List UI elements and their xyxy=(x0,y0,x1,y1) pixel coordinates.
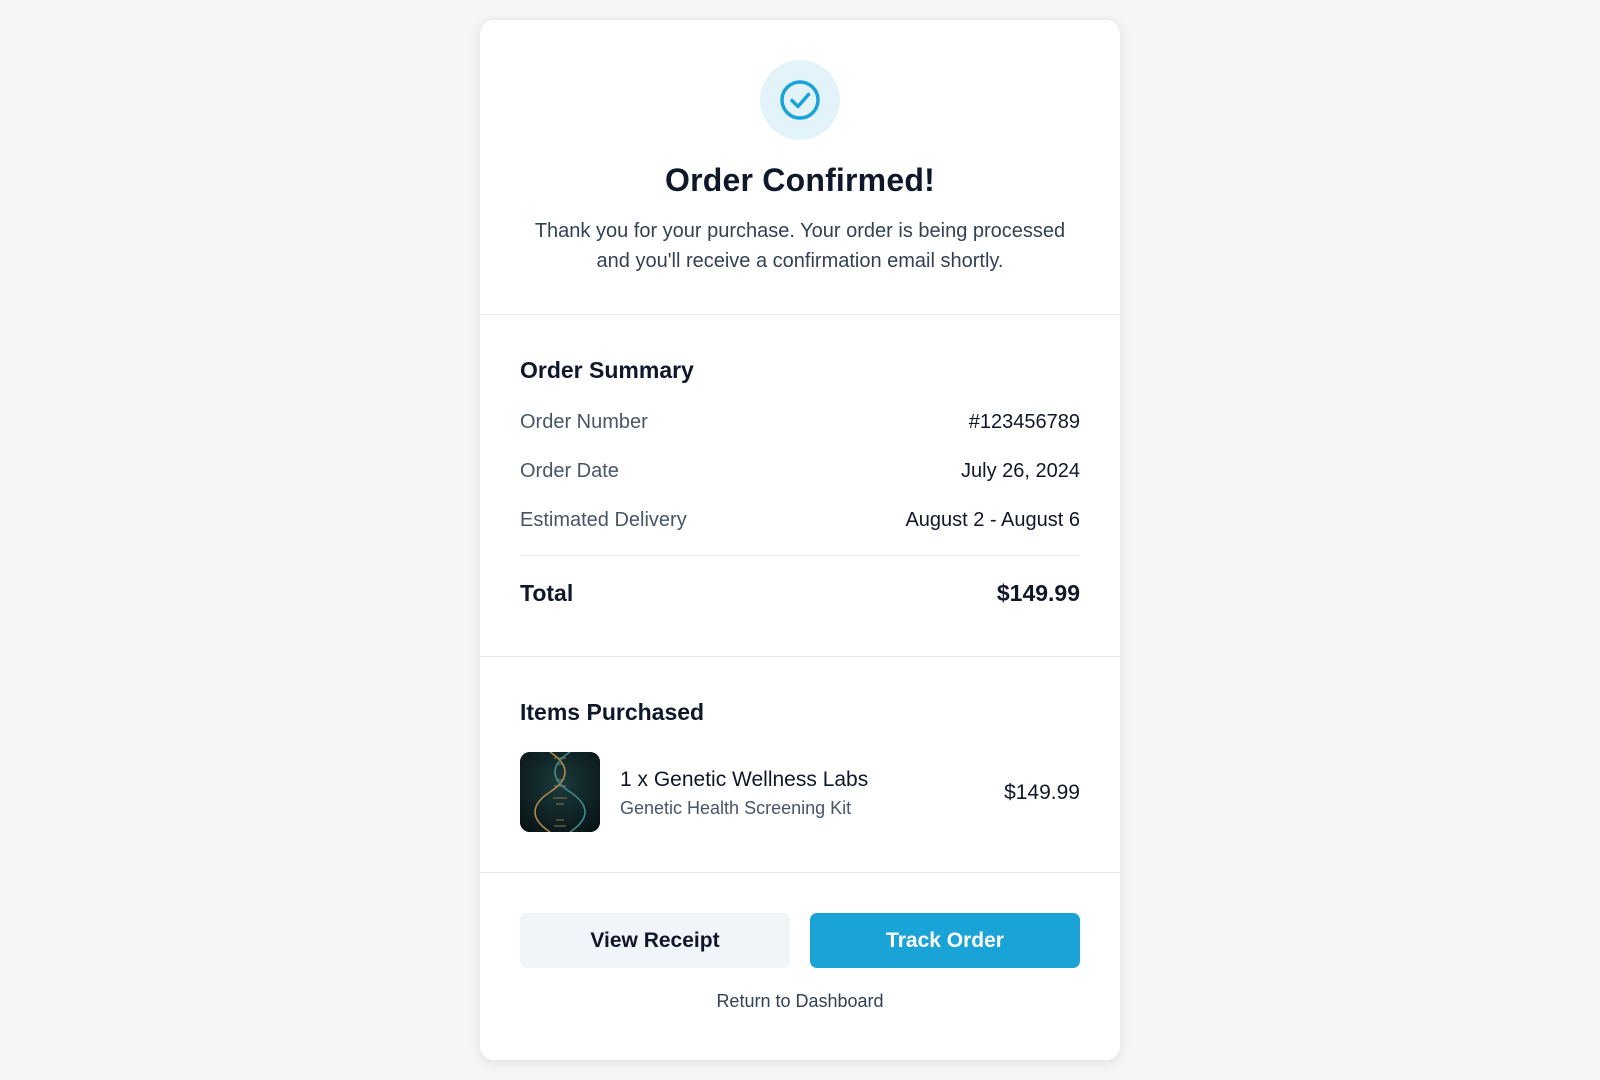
items-purchased-section: Items Purchased 1 x Genetic Wellness Lab… xyxy=(480,657,1120,873)
confirmation-header: Order Confirmed! Thank you for your purc… xyxy=(480,20,1120,315)
track-order-button[interactable]: Track Order xyxy=(810,913,1080,968)
items-purchased-heading: Items Purchased xyxy=(520,699,705,725)
dna-helix-image xyxy=(520,752,600,832)
confirmation-message-line-1: Thank you for your purchase. Your order … xyxy=(534,220,1066,242)
order-summary-heading: Order Summary xyxy=(520,357,694,383)
order-date-row: Order Date July 26, 2024 xyxy=(520,456,1080,486)
order-number-label: Order Number xyxy=(520,410,648,433)
item-price: $149.99 xyxy=(1004,781,1080,804)
order-date-value: July 26, 2024 xyxy=(961,459,1080,482)
estimated-delivery-label: Estimated Delivery xyxy=(520,508,687,531)
check-circle-icon xyxy=(760,60,840,140)
order-confirmation-card: Order Confirmed! Thank you for your purc… xyxy=(480,20,1120,1060)
order-number-value: #123456789 xyxy=(968,410,1080,433)
total-label: Total xyxy=(520,579,574,606)
summary-divider xyxy=(520,555,1080,556)
order-number-row: Order Number #123456789 xyxy=(520,407,1080,437)
order-summary-section: Order Summary Order Number #123456789 Or… xyxy=(480,315,1120,657)
order-date-label: Order Date xyxy=(520,459,619,482)
total-value: $149.99 xyxy=(996,579,1080,606)
actions-section: View Receipt Track Order Return to Dashb… xyxy=(480,873,1120,1058)
confirmation-message-line-2: and you'll receive a confirmation email … xyxy=(596,250,1004,272)
view-receipt-button[interactable]: View Receipt xyxy=(520,913,790,968)
item-name: 1 x Genetic Wellness Labs xyxy=(620,768,869,791)
estimated-delivery-row: Estimated Delivery August 2 - August 6 xyxy=(520,505,1080,535)
return-to-dashboard-link[interactable]: Return to Dashboard xyxy=(480,991,1120,1012)
estimated-delivery-value: August 2 - August 6 xyxy=(905,508,1080,531)
item-description: Genetic Health Screening Kit xyxy=(620,798,852,818)
confirmation-message: Thank you for your purchase. Your order … xyxy=(520,216,1080,276)
page-title: Order Confirmed! xyxy=(665,162,935,198)
total-row: Total $149.99 xyxy=(520,578,1080,608)
